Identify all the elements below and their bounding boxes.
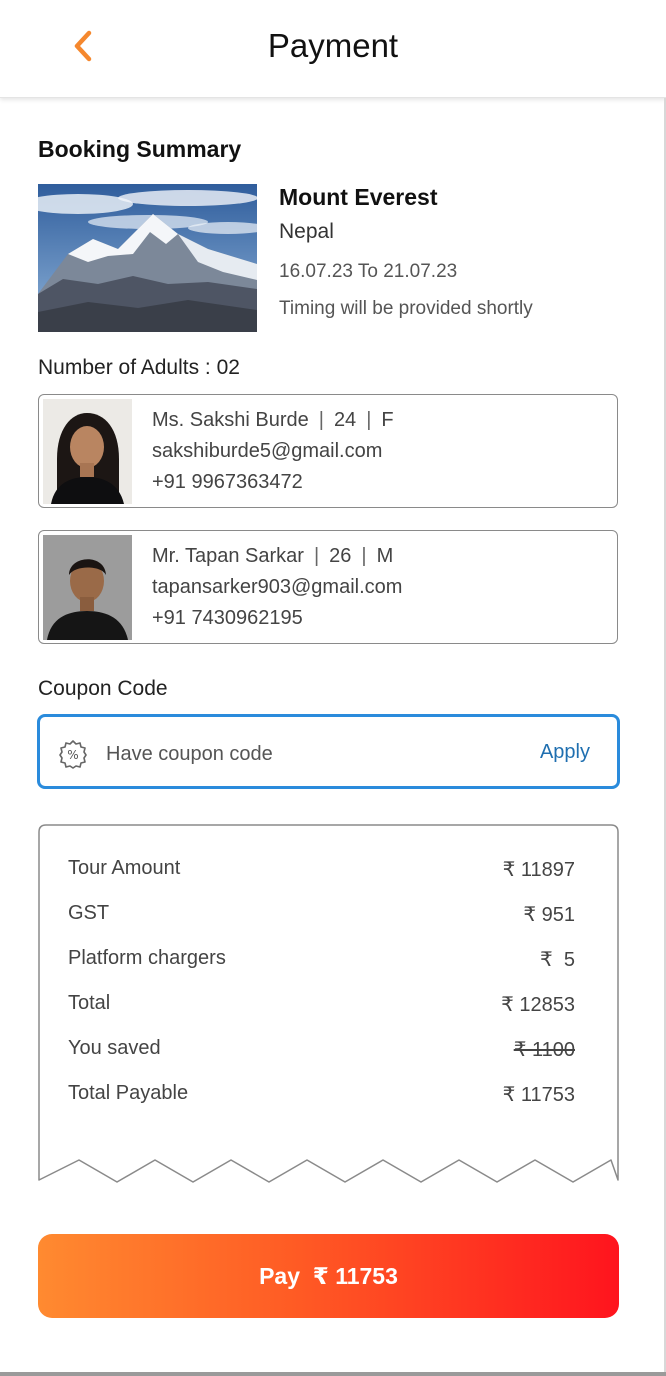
- trip-country: Nepal: [279, 220, 334, 243]
- coupon-code-label: Coupon Code: [38, 677, 168, 700]
- adult-phone: +91 7430962195: [152, 607, 303, 629]
- trip-dates: 16.07.23 To 21.07.23: [279, 261, 458, 282]
- booking-summary-title: Booking Summary: [38, 136, 242, 162]
- adult-name: Mr. Tapan Sarkar: [152, 545, 304, 567]
- bill-label: Platform chargers: [68, 947, 226, 969]
- bill-row-platform-charges: Platform chargers ₹ 5: [68, 947, 575, 973]
- page-title: Payment: [267, 27, 399, 64]
- bill-row-total: Total ₹ 12853: [68, 992, 575, 1018]
- bill-value: ₹ 951: [523, 904, 575, 926]
- adult-phone: +91 9967363472: [152, 471, 303, 493]
- adult-age: 26: [329, 545, 352, 567]
- adult-name: Ms. Sakshi Burde: [152, 409, 309, 431]
- bill-row-you-saved: You saved ₹ 1100: [68, 1037, 575, 1063]
- apply-coupon-button[interactable]: Apply: [540, 741, 590, 764]
- bill-row-total-payable: Total Payable ₹ 11753: [68, 1082, 575, 1108]
- bill-label: You saved: [68, 1037, 161, 1059]
- app-header: Payment: [0, 0, 666, 98]
- trip-image: [38, 184, 257, 332]
- bill-row-tour-amount: Tour Amount ₹ 11897: [68, 857, 575, 883]
- coupon-field[interactable]: % Apply: [37, 714, 620, 789]
- adult-email: sakshiburde5@gmail.com: [152, 440, 383, 462]
- bill-label: Total: [68, 992, 111, 1014]
- bill-label: GST: [68, 902, 110, 924]
- pay-button[interactable]: Pay ₹ 11753: [38, 1234, 619, 1318]
- bill-value: ₹ 1100: [513, 1039, 575, 1061]
- bill-value: ₹ 11897: [502, 859, 575, 881]
- avatar: [43, 535, 132, 640]
- bill-label: Tour Amount: [68, 857, 181, 879]
- divider: [0, 1372, 666, 1376]
- bill-row-gst: GST ₹ 951: [68, 902, 575, 928]
- price-breakdown-card: Tour Amount ₹ 11897 GST ₹ 951 Platform c…: [38, 824, 619, 1184]
- adult-info: Mr. Tapan Sarkar | 26 | M: [152, 545, 394, 567]
- adult-card[interactable]: Ms. Sakshi Burde | 24 | F sakshiburde5@gmail…: [38, 394, 618, 508]
- avatar: [43, 399, 132, 504]
- adult-gender: M: [376, 545, 394, 567]
- trip-name: Mount Everest: [279, 184, 438, 210]
- bill-value: ₹ 11753: [502, 1084, 575, 1106]
- adults-count-label: Number of Adults : 02: [38, 356, 240, 379]
- adult-email: tapansarker903@gmail.com: [152, 576, 403, 598]
- adult-age: 24: [333, 409, 357, 431]
- adult-card[interactable]: Mr. Tapan Sarkar | 26 | M tapansarker903@gma…: [38, 530, 618, 644]
- bill-value: ₹ 12853: [501, 994, 575, 1016]
- trip-timing: Timing will be provided shortly: [279, 298, 533, 319]
- svg-text:%: %: [67, 748, 78, 762]
- bill-value: ₹ 5: [540, 949, 575, 971]
- adult-gender: F: [381, 409, 394, 431]
- discount-badge-icon: %: [59, 740, 87, 769]
- adult-info: Ms. Sakshi Burde | 24 | F: [152, 409, 394, 431]
- bill-label: Total Payable: [68, 1082, 189, 1104]
- coupon-input[interactable]: [106, 739, 486, 769]
